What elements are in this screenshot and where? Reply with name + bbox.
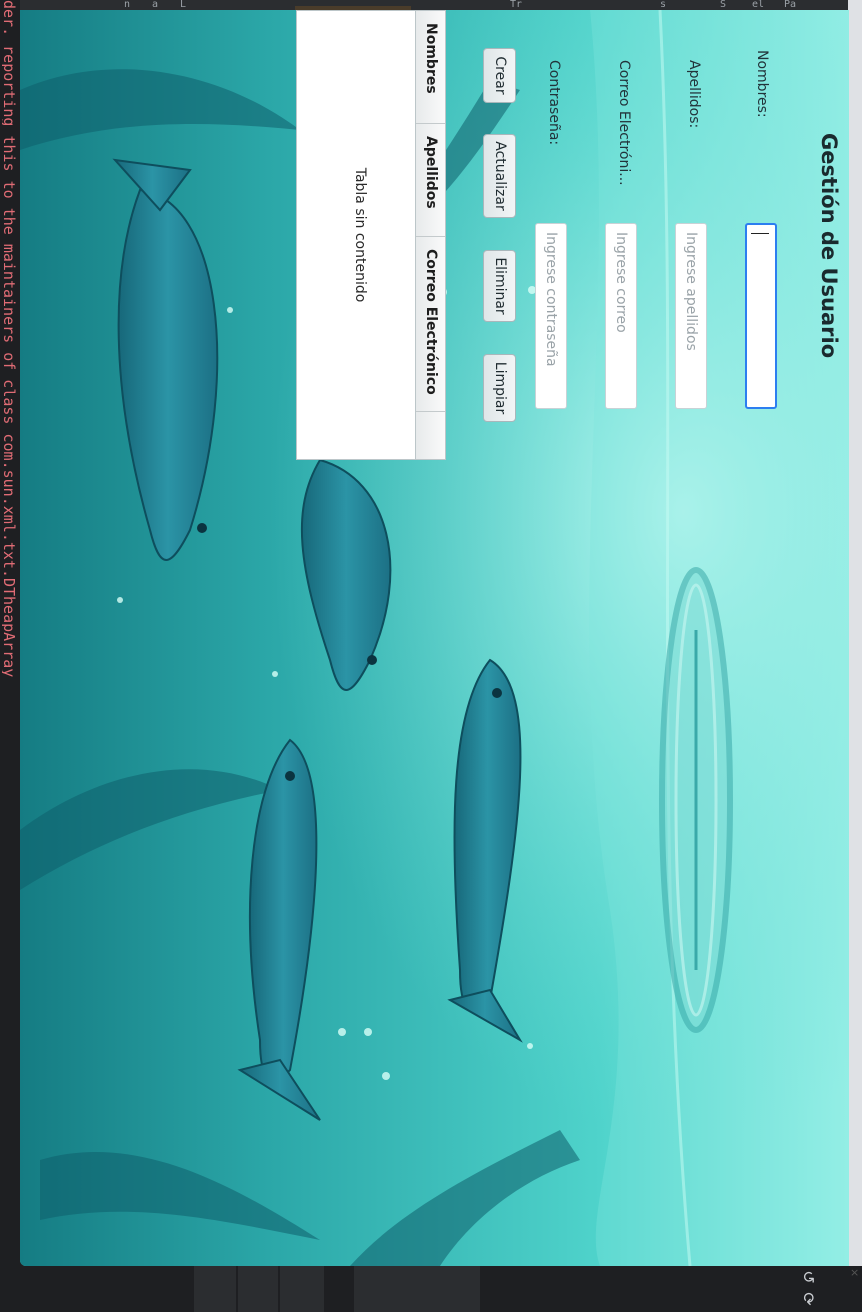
ide-fragment: Pa xyxy=(784,0,797,10)
contrasena-label: Contraseña: xyxy=(546,60,562,146)
table-header: Nombres Apellidos Correo Electrónico xyxy=(415,11,445,459)
undo-icon[interactable]: ↺ xyxy=(797,1265,819,1289)
ide-fragment: n xyxy=(124,0,131,10)
ide-fragment: S xyxy=(720,0,727,10)
column-header-apellidos[interactable]: Apellidos xyxy=(416,124,445,237)
apellidos-field[interactable]: Ingrese apellidos xyxy=(675,223,707,409)
correo-field[interactable]: Ingrese correo xyxy=(605,223,637,409)
ide-right-panel xyxy=(848,0,862,1312)
limpiar-button[interactable]: Limpiar xyxy=(483,354,516,422)
user-management-form: Gestión de Usuario Nombres: Apellidos: I… xyxy=(20,10,849,1266)
text-caret xyxy=(751,233,769,234)
ide-toolbar: ↺ ⟳ xyxy=(796,1266,820,1312)
actualizar-button[interactable]: Actualizar xyxy=(483,134,516,218)
ide-bottom-strip xyxy=(0,1266,862,1312)
ide-fragment: s xyxy=(660,0,667,10)
contrasena-field[interactable]: Ingrese contraseña xyxy=(535,223,567,409)
ide-tab[interactable] xyxy=(238,1266,278,1312)
page-title: Gestión de Usuario xyxy=(817,133,841,359)
column-header-nombres[interactable]: Nombres xyxy=(416,11,445,124)
apellidos-placeholder: Ingrese apellidos xyxy=(683,232,699,351)
ide-fragment: el xyxy=(752,0,765,10)
ide-console-strip: der. reporting this to the maintainers o… xyxy=(0,0,20,1312)
ide-fragment: Tr xyxy=(510,0,523,10)
refresh-icon[interactable]: ⟳ xyxy=(797,1287,819,1311)
apellidos-label: Apellidos: xyxy=(686,60,702,129)
ide-fragment: a xyxy=(152,0,159,10)
ide-tab[interactable] xyxy=(354,1266,480,1312)
contrasena-placeholder: Ingrese contraseña xyxy=(543,232,559,367)
users-table[interactable]: Nombres Apellidos Correo Electrónico Tab… xyxy=(296,10,446,460)
eliminar-button[interactable]: Eliminar xyxy=(483,250,516,322)
nombres-field[interactable] xyxy=(745,223,777,409)
crear-button[interactable]: Crear xyxy=(483,48,516,103)
correo-label: Correo Electróni... xyxy=(616,60,632,186)
app-window: Gestión de Usuario Nombres: Apellidos: I… xyxy=(20,10,849,1266)
ide-top-strip: L a n S s Pa el Tr xyxy=(0,0,862,10)
ide-fragment: L xyxy=(180,0,187,10)
nombres-label: Nombres: xyxy=(754,50,770,118)
ide-tab[interactable] xyxy=(280,1266,324,1312)
ide-close-icon[interactable]: × xyxy=(850,1266,862,1312)
column-header-correo[interactable]: Correo Electrónico xyxy=(416,237,445,412)
correo-placeholder: Ingrese correo xyxy=(613,232,629,333)
ide-tab[interactable] xyxy=(194,1266,236,1312)
ide-console-log: der. reporting this to the maintainers o… xyxy=(2,0,18,678)
empty-table-message: Tabla sin contenido xyxy=(352,167,368,303)
